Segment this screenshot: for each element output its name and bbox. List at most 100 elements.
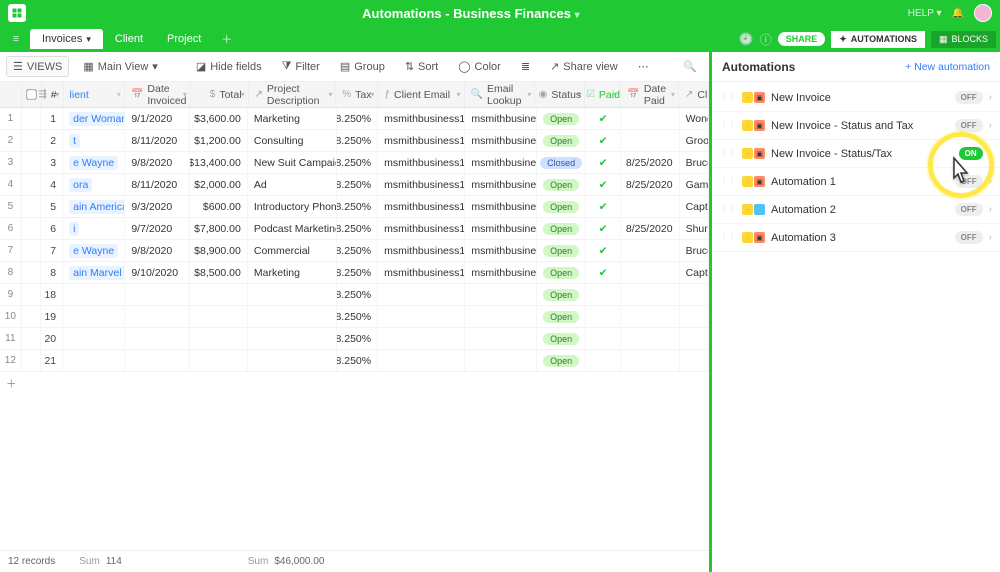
cell-client[interactable]: der Woman: [63, 108, 125, 129]
cell-paid[interactable]: ✔: [586, 108, 621, 129]
new-automation-button[interactable]: + New automation: [905, 61, 990, 73]
table-row[interactable]: 88ain Marvel9/10/2020$8,500.00Marketing8…: [0, 262, 709, 284]
col-tax[interactable]: %Tax▾: [336, 82, 378, 107]
drag-handle-icon[interactable]: ⋮⋮: [720, 177, 736, 186]
cell-status[interactable]: Open: [537, 196, 586, 217]
expand-all-icon[interactable]: [0, 82, 22, 107]
row-checkbox[interactable]: [22, 196, 42, 217]
cell-paid[interactable]: [586, 306, 621, 327]
cell-client-email[interactable]: [378, 350, 465, 371]
cell-tax[interactable]: 8.250%: [337, 174, 378, 195]
menu-icon[interactable]: ≡: [6, 33, 26, 45]
tab-client[interactable]: Client: [103, 29, 155, 49]
row-checkbox[interactable]: [22, 284, 42, 305]
col-email-lookup[interactable]: 🔍Email Lookup▾: [465, 82, 536, 107]
cell-total[interactable]: [190, 350, 248, 371]
chevron-right-icon[interactable]: ›: [989, 232, 992, 243]
cell-paid[interactable]: ✔: [586, 218, 621, 239]
cell-status[interactable]: Open: [537, 328, 586, 349]
cell-truncated[interactable]: Shuri: [680, 218, 709, 239]
cell-status[interactable]: Open: [537, 130, 586, 151]
cell-client-email[interactable]: [378, 306, 465, 327]
notifications-icon[interactable]: 🔔: [952, 8, 964, 19]
table-row[interactable]: 12218.250%Open: [0, 350, 709, 372]
cell-client-email[interactable]: msmithbusiness100@gmail…: [378, 262, 465, 283]
cell-client-email[interactable]: [378, 284, 465, 305]
table-row[interactable]: 44ora8/11/2020$2,000.00Ad8.250%msmithbus…: [0, 174, 709, 196]
cell-email-lookup[interactable]: [465, 284, 537, 305]
cell-email-lookup[interactable]: [465, 328, 537, 349]
row-checkbox[interactable]: [22, 350, 42, 371]
cell-truncated[interactable]: Gamo: [680, 174, 709, 195]
cell-client[interactable]: e Wayne: [63, 240, 125, 261]
cell-tax[interactable]: 8.250%: [337, 130, 378, 151]
row-height-button[interactable]: ≣: [515, 57, 536, 76]
cell-date-invoiced[interactable]: [125, 350, 189, 371]
cell-paid[interactable]: ✔: [586, 196, 621, 217]
cell-id[interactable]: 21: [41, 350, 63, 371]
cell-date-invoiced[interactable]: 9/3/2020: [125, 196, 189, 217]
cell-email-lookup[interactable]: msmithbusiness100@…: [465, 174, 537, 195]
col-truncated[interactable]: ↗Cl: [679, 82, 709, 107]
automation-toggle[interactable]: OFF: [955, 203, 983, 216]
cell-status[interactable]: Open: [537, 350, 586, 371]
cell-id[interactable]: 18: [41, 284, 63, 305]
drag-handle-icon[interactable]: ⋮⋮: [720, 233, 736, 242]
cell-paid[interactable]: ✔: [586, 240, 621, 261]
cell-client-email[interactable]: [378, 328, 465, 349]
cell-date-paid[interactable]: [621, 284, 679, 305]
share-button[interactable]: SHARE: [778, 32, 826, 46]
cell-total[interactable]: [190, 284, 248, 305]
row-checkbox[interactable]: [22, 240, 42, 261]
chevron-right-icon[interactable]: ›: [989, 92, 992, 103]
cell-truncated[interactable]: Capt: [680, 262, 709, 283]
cell-total[interactable]: $2,000.00: [190, 174, 248, 195]
cell-client[interactable]: ora: [63, 174, 125, 195]
table-row[interactable]: 55ain America9/3/2020$600.00Introductory…: [0, 196, 709, 218]
table-row[interactable]: 11der Woman9/1/2020$3,600.00Marketing8.2…: [0, 108, 709, 130]
cell-date-invoiced[interactable]: [125, 284, 189, 305]
cell-tax[interactable]: 8.250%: [337, 306, 378, 327]
cell-description[interactable]: [248, 306, 337, 327]
cell-truncated[interactable]: [680, 306, 709, 327]
automation-row[interactable]: ⋮⋮⚡Automation 2OFF›: [712, 196, 1000, 224]
sort-button[interactable]: ⇅ Sort: [399, 57, 444, 76]
cell-tax[interactable]: 8.250%: [337, 108, 378, 129]
cell-date-paid[interactable]: 8/25/2020: [621, 218, 679, 239]
cell-status[interactable]: Open: [537, 262, 586, 283]
col-date-invoiced[interactable]: 📅Date Invoiced▾: [125, 82, 191, 107]
cell-date-invoiced[interactable]: 9/1/2020: [125, 108, 189, 129]
cell-client-email[interactable]: msmithbusiness100@gmail…: [378, 130, 465, 151]
chevron-right-icon[interactable]: ›: [989, 148, 992, 159]
cell-description[interactable]: New Suit Campaign: [248, 152, 337, 173]
cell-total[interactable]: $8,900.00: [190, 240, 248, 261]
cell-description[interactable]: Marketing: [248, 262, 337, 283]
cell-client-email[interactable]: msmithbusiness100@gmail…: [378, 196, 465, 217]
drag-handle-icon[interactable]: ⋮⋮: [720, 93, 736, 102]
col-paid[interactable]: ☑Paid▾: [585, 82, 621, 107]
chevron-right-icon[interactable]: ›: [989, 204, 992, 215]
cell-id[interactable]: 5: [41, 196, 63, 217]
base-title[interactable]: Automations - Business Finances ▾: [34, 6, 908, 21]
cell-client[interactable]: [63, 306, 125, 327]
cell-email-lookup[interactable]: [465, 350, 537, 371]
cell-id[interactable]: 1: [41, 108, 63, 129]
cell-client[interactable]: [63, 284, 125, 305]
cell-tax[interactable]: 8.250%: [337, 196, 378, 217]
table-row[interactable]: 33e Wayne9/8/2020$13,400.00New Suit Camp…: [0, 152, 709, 174]
color-button[interactable]: ◯ Color: [452, 57, 507, 76]
cell-tax[interactable]: 8.250%: [337, 152, 378, 173]
col-total[interactable]: $Total▾: [191, 82, 249, 107]
cell-description[interactable]: [248, 284, 337, 305]
cell-truncated[interactable]: Bruce: [680, 152, 709, 173]
cell-total[interactable]: $8,500.00: [190, 262, 248, 283]
cell-date-paid[interactable]: 8/25/2020: [621, 174, 679, 195]
cell-status[interactable]: Open: [537, 108, 586, 129]
cell-description[interactable]: Ad: [248, 174, 337, 195]
automation-row[interactable]: ⋮⋮⚡▣New Invoice - Status and TaxOFF›: [712, 112, 1000, 140]
view-switcher[interactable]: ▦ Main View ▾: [77, 57, 163, 76]
tab-project[interactable]: Project: [155, 29, 213, 49]
cell-status[interactable]: Open: [537, 306, 586, 327]
cell-id[interactable]: 7: [41, 240, 63, 261]
search-icon[interactable]: 🔍: [677, 57, 703, 76]
